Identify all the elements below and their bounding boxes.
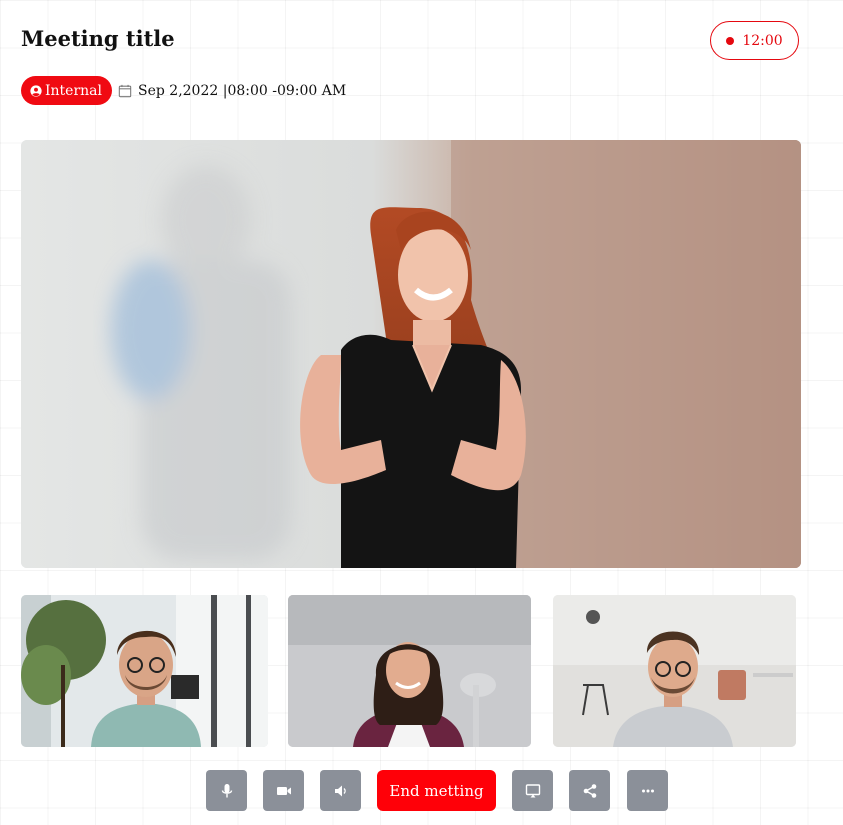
screen-share-icon [525, 783, 540, 797]
share-icon [583, 783, 596, 798]
end-meeting-button[interactable]: End metting [377, 770, 496, 811]
speaker-image [21, 140, 801, 568]
participant-3-image [553, 595, 796, 747]
meeting-controls: End metting [206, 770, 668, 811]
microphone-icon [221, 783, 232, 797]
participant-thumbnail-1[interactable] [21, 595, 268, 747]
calendar-icon [118, 84, 132, 98]
internal-badge: Internal [21, 76, 112, 105]
microphone-button[interactable] [206, 770, 247, 811]
speaker-icon [334, 785, 346, 796]
timer-text: 12:00 [742, 32, 783, 49]
speaker-button[interactable] [320, 770, 361, 811]
meeting-title: Meeting title [21, 26, 175, 51]
share-button[interactable] [569, 770, 610, 811]
participant-2-image [288, 595, 531, 747]
main-speaker-video[interactable] [21, 140, 801, 568]
meeting-meta: Internal Sep 2,2022 |08:00 -09:00 AM [21, 76, 346, 105]
meeting-date-time: Sep 2,2022 |08:00 -09:00 AM [138, 82, 347, 99]
camera-icon [276, 786, 291, 795]
participant-thumbnail-2[interactable] [288, 595, 531, 747]
participant-thumbnail-3[interactable] [553, 595, 796, 747]
recording-dot-icon [726, 36, 735, 45]
screen-share-button[interactable] [512, 770, 553, 811]
more-options-button[interactable] [627, 770, 668, 811]
badge-label: Internal [45, 82, 102, 99]
participant-1-image [21, 595, 268, 747]
recording-timer[interactable]: 12:00 [710, 21, 799, 60]
more-icon [641, 789, 654, 792]
user-circle-icon [30, 84, 42, 97]
camera-button[interactable] [263, 770, 304, 811]
